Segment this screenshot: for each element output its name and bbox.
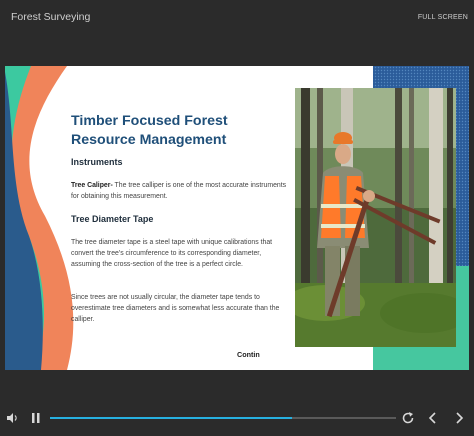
volume-icon[interactable] — [6, 411, 20, 425]
next-icon[interactable] — [453, 411, 465, 425]
instruments-heading: Instruments — [71, 157, 123, 167]
slide: Timber Focused Forest Resource Managemen… — [5, 66, 469, 370]
top-bar: Forest Surveying FULL SCREEN — [0, 0, 474, 40]
full-screen-button[interactable]: FULL SCREEN — [418, 14, 468, 21]
previous-icon[interactable] — [427, 411, 439, 425]
replay-icon[interactable] — [401, 411, 415, 425]
course-title: Forest Surveying — [11, 11, 91, 23]
pause-icon[interactable] — [30, 412, 42, 424]
progress-fill — [50, 417, 293, 419]
tape-paragraph-2: Since trees are not usually circular, th… — [71, 294, 280, 324]
continue-button[interactable]: Contin — [237, 350, 260, 359]
tape-heading: Tree Diameter Tape — [71, 214, 154, 224]
player-controls — [0, 400, 474, 436]
slide-text-content: Timber Focused Forest Resource Managemen… — [71, 66, 291, 370]
forester-photo — [295, 88, 456, 347]
tape-paragraph-1: The tree diameter tape is a steel tape w… — [71, 239, 273, 269]
slide-title: Timber Focused Forest Resource Managemen… — [71, 113, 228, 148]
progress-bar[interactable] — [50, 417, 396, 419]
caliper-paragraph: Tree Caliper- The tree calliper is one o… — [71, 180, 289, 202]
caliper-term: Tree Caliper- — [71, 182, 113, 189]
